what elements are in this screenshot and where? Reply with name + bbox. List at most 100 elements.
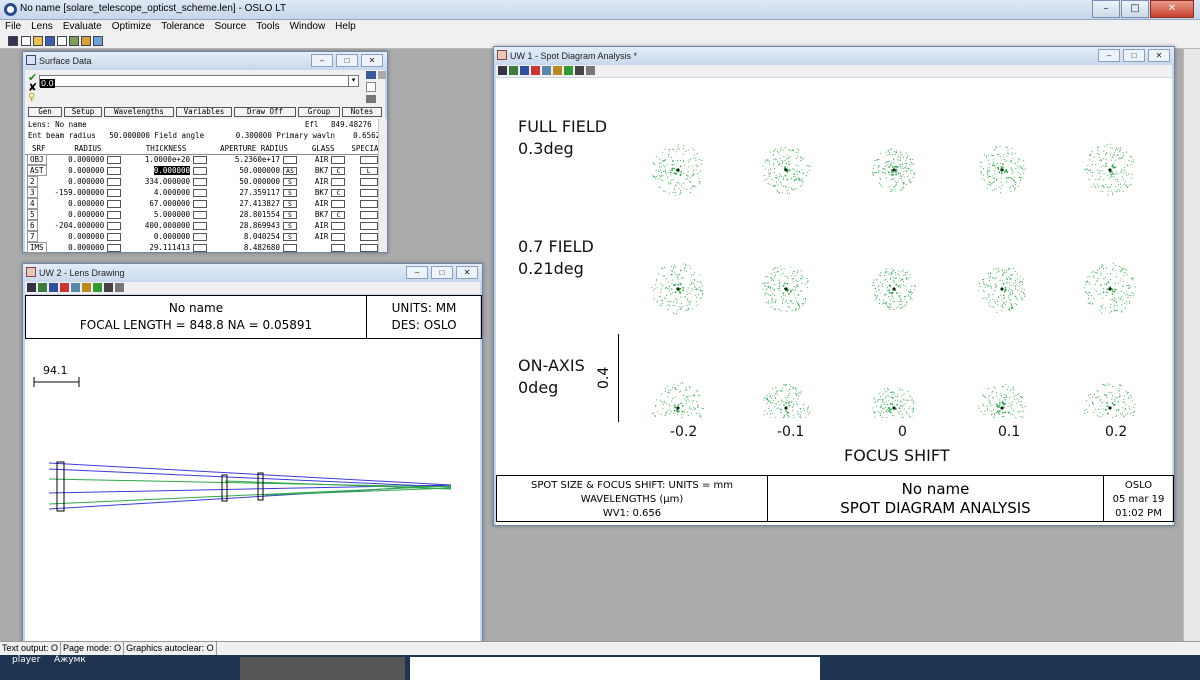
- glass-cell[interactable]: BK7 C: [299, 209, 347, 220]
- redraw-tool-icon[interactable]: [564, 66, 573, 75]
- settings-tool-icon[interactable]: [586, 66, 595, 75]
- radius-cell[interactable]: 0.000000: [53, 198, 124, 209]
- glass-cell[interactable]: AIR: [299, 220, 347, 231]
- surface-data-titlebar[interactable]: Surface Data – □ ✕: [23, 52, 387, 70]
- surface-row[interactable]: 5 0.000000 5.000000 28.801554 S BK7 C: [25, 209, 387, 220]
- srf-cell[interactable]: 7: [25, 231, 53, 242]
- aperture-cell[interactable]: 8.482680: [209, 242, 299, 253]
- radius-cell[interactable]: 0.000000: [53, 209, 124, 220]
- special-box[interactable]: [359, 222, 378, 230]
- sd-minimize-button[interactable]: –: [311, 54, 333, 67]
- aperture-flag-box[interactable]: [282, 156, 297, 165]
- sp-maximize-button[interactable]: □: [1123, 49, 1145, 62]
- glass-flag-box[interactable]: [331, 200, 346, 208]
- radius-solve-box[interactable]: [107, 222, 122, 230]
- taskbar-thumbnail-1[interactable]: [240, 657, 405, 680]
- status-page-mode[interactable]: Page mode: O: [61, 642, 125, 655]
- help-lightbulb-icon[interactable]: ♀: [28, 92, 35, 103]
- srf-cell[interactable]: 6: [25, 220, 53, 231]
- radius-solve-box[interactable]: [107, 189, 122, 197]
- save-icon[interactable]: [45, 36, 55, 46]
- radius-solve-box[interactable]: [107, 244, 122, 252]
- special-box[interactable]: [359, 189, 378, 197]
- open-folder-icon[interactable]: [33, 36, 43, 46]
- thickness-cell[interactable]: 5.000000: [123, 209, 209, 220]
- menu-optimize[interactable]: Optimize: [107, 20, 156, 34]
- menu-tools[interactable]: Tools: [251, 20, 284, 34]
- radius-solve-box[interactable]: [107, 233, 122, 241]
- close-button[interactable]: ✕: [1150, 0, 1194, 18]
- special-box[interactable]: [359, 156, 378, 165]
- aperture-cell[interactable]: 5.2360e+17: [209, 154, 299, 165]
- ld-close-button[interactable]: ✕: [456, 266, 478, 279]
- plot-tool-icon[interactable]: [38, 283, 47, 292]
- mdi-scrollbar[interactable]: [1183, 49, 1200, 642]
- radius-solve-box[interactable]: [107, 200, 122, 208]
- thickness-solve-box[interactable]: [193, 244, 208, 252]
- color-tool-icon[interactable]: [82, 283, 91, 292]
- minimize-button[interactable]: –: [1092, 0, 1120, 18]
- srf-cell[interactable]: AST: [25, 165, 53, 176]
- menu-source[interactable]: Source: [210, 20, 252, 34]
- radius-solve-box[interactable]: [107, 156, 122, 165]
- glass-flag-box[interactable]: [331, 244, 346, 252]
- tab-draw-off[interactable]: Draw Off: [234, 107, 296, 117]
- surface-row[interactable]: 2 0.000000 334.000000 50.000000 S AIR: [25, 176, 387, 187]
- color-tool-icon[interactable]: [553, 66, 562, 75]
- aperture-cell[interactable]: 50.000000 S: [209, 176, 299, 187]
- menu-evaluate[interactable]: Evaluate: [58, 20, 107, 34]
- edit-field[interactable]: 0.0 ▾: [39, 75, 359, 88]
- aperture-cell[interactable]: 27.359117 S: [209, 187, 299, 198]
- new-file-icon[interactable]: [21, 36, 31, 46]
- srf-cell[interactable]: 2: [25, 176, 53, 187]
- zoom-tool-icon[interactable]: [49, 283, 58, 292]
- status-graphics-autoclear[interactable]: Graphics autoclear: O: [124, 642, 217, 655]
- menu-window[interactable]: Window: [285, 20, 331, 34]
- special-box[interactable]: [359, 211, 378, 219]
- menu-file[interactable]: File: [0, 20, 26, 34]
- thickness-solve-box[interactable]: [193, 156, 208, 165]
- glass-cell[interactable]: AIR: [299, 176, 347, 187]
- aperture-cell[interactable]: 27.413827 S: [209, 198, 299, 209]
- thickness-solve-box[interactable]: [193, 233, 208, 241]
- glass-flag-box[interactable]: [331, 222, 346, 230]
- radius-cell[interactable]: -204.000000: [53, 220, 124, 231]
- ray-tool-icon[interactable]: [531, 66, 540, 75]
- glass-cell[interactable]: BK7 C: [299, 165, 347, 176]
- lens-icon[interactable]: [69, 36, 79, 46]
- tab-notes[interactable]: Notes: [342, 107, 382, 117]
- aperture-cell[interactable]: 8.040254 S: [209, 231, 299, 242]
- tab-wavelengths[interactable]: Wavelengths: [104, 107, 174, 117]
- surface-row[interactable]: OBJ 0.000000 1.0000e+20 5.2360e+17 AIR: [25, 154, 387, 166]
- zoom-tool-icon[interactable]: [520, 66, 529, 75]
- taskbar-thumbnail-2[interactable]: [410, 657, 820, 680]
- tab-setup[interactable]: Setup: [64, 107, 102, 117]
- special-box[interactable]: [359, 178, 378, 186]
- sp-close-button[interactable]: ✕: [1148, 49, 1170, 62]
- radius-solve-box[interactable]: [107, 211, 122, 219]
- side-tool-icon-4[interactable]: [366, 95, 376, 103]
- thickness-cell[interactable]: 400.000000: [123, 220, 209, 231]
- thickness-cell[interactable]: 67.000000: [123, 198, 209, 209]
- sd-maximize-button[interactable]: □: [336, 54, 358, 67]
- glass-cell[interactable]: AIR: [299, 198, 347, 209]
- radius-cell[interactable]: 0.000000: [53, 242, 124, 253]
- srf-cell[interactable]: IMS: [25, 242, 53, 253]
- thickness-cell[interactable]: 4.000000: [123, 187, 209, 198]
- thickness-cell[interactable]: 0.000000: [123, 231, 209, 242]
- lens-drawing-titlebar[interactable]: UW 2 - Lens Drawing – □ ✕: [23, 264, 482, 282]
- aperture-flag-box[interactable]: S: [282, 233, 297, 241]
- thickness-cell[interactable]: 334.000000: [123, 176, 209, 187]
- side-tool-icon-1[interactable]: [366, 71, 376, 79]
- help-icon[interactable]: [93, 36, 103, 46]
- glass-cell[interactable]: AIR: [299, 154, 347, 165]
- srf-cell[interactable]: 5: [25, 209, 53, 220]
- radius-cell[interactable]: 0.000000: [53, 154, 124, 165]
- radius-solve-box[interactable]: [107, 167, 122, 175]
- aperture-flag-box[interactable]: S: [282, 178, 297, 186]
- aperture-flag-box[interactable]: S: [282, 222, 297, 230]
- thickness-solve-box[interactable]: [193, 200, 208, 208]
- thickness-solve-box[interactable]: [193, 178, 208, 186]
- radius-cell[interactable]: 0.000000: [53, 176, 124, 187]
- aperture-cell[interactable]: 28.801554 S: [209, 209, 299, 220]
